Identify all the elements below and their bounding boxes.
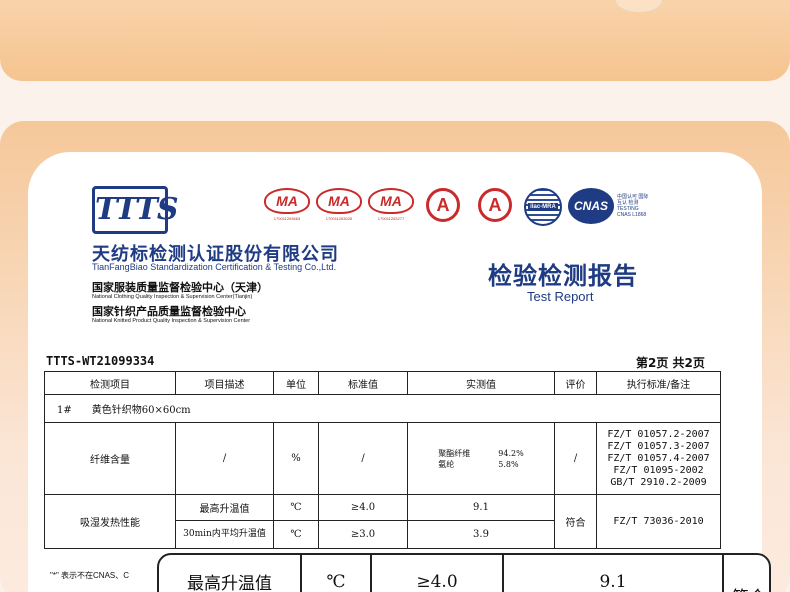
zoom-eval: 符合 bbox=[723, 555, 769, 592]
cnas-badge-icon: CNAS bbox=[568, 188, 614, 224]
fiber-values: 94.2% 5.8% bbox=[498, 448, 523, 470]
sample-row: 1# 黄色针织物60×60cm bbox=[44, 394, 721, 423]
footnote: "*" 表示不在CNAS、C bbox=[50, 571, 130, 580]
eval-fiber: / bbox=[554, 422, 597, 495]
report-number: TTTS-WT21099334 bbox=[46, 354, 155, 368]
col-header: 执行标准/备注 bbox=[596, 371, 721, 395]
measured-heat: 9.1 bbox=[407, 494, 555, 521]
unit-heat: ℃ bbox=[273, 520, 319, 549]
zoom-standard: ≥4.0 bbox=[371, 555, 504, 592]
eval-heat: 符合 bbox=[554, 494, 597, 549]
col-header: 单位 bbox=[273, 371, 319, 395]
fiber-name: 聚酯纤维 bbox=[438, 448, 471, 458]
cnas-side-text: 中国认可 国际互认 检测 TESTING CNAS L1868 bbox=[617, 194, 649, 218]
ma-badge-icon: MA bbox=[264, 188, 310, 214]
standard-heat: ≥4.0 bbox=[318, 494, 408, 521]
item-fiber: 纤维含量 bbox=[44, 422, 176, 495]
cal-mark-2: A bbox=[472, 188, 518, 222]
col-header: 检测项目 bbox=[44, 371, 176, 395]
ma-number: 170011263026 bbox=[325, 216, 353, 221]
top-banner bbox=[0, 0, 790, 81]
zoom-magnifier: 最高升温值 ℃ ≥4.0 9.1 符合 bbox=[157, 553, 771, 592]
ttts-logo: TTTS bbox=[92, 186, 179, 234]
standard-ref: FZ/T 01057.4-2007 bbox=[607, 452, 710, 464]
col-header: 实测值 bbox=[407, 371, 555, 395]
col-header: 标准值 bbox=[318, 371, 408, 395]
ma-mark-1: MA 170011263663 bbox=[264, 188, 310, 221]
measured-heat: 3.9 bbox=[407, 520, 555, 549]
report-title: 检验检测报告 bbox=[488, 262, 638, 290]
desc-fiber: / bbox=[175, 422, 274, 495]
center2-name-en: National Knitted Product Quality Inspect… bbox=[92, 318, 251, 324]
zoom-value: 9.1 bbox=[503, 555, 724, 592]
center1-name-en: National Clothing Quality Inspection & S… bbox=[92, 294, 253, 300]
fiber-value: 94.2% bbox=[498, 448, 524, 458]
standard-ref: FZ/T 01057.2-2007 bbox=[607, 428, 710, 440]
cnas-mark: CNAS 中国认可 国际互认 检测 TESTING CNAS L1868 bbox=[568, 188, 651, 224]
item-heat: 吸湿发热性能 bbox=[44, 494, 176, 549]
center2-name-cn: 国家针织产品质量监督检验中心 bbox=[92, 305, 246, 318]
ma-mark-3: MA 170011263277 bbox=[368, 188, 414, 221]
ma-mark-2: MA 170011263026 bbox=[316, 188, 362, 221]
ilac-label: ilac-MRA bbox=[528, 203, 558, 211]
zoom-desc: 最高升温值 bbox=[159, 555, 302, 592]
desc-heat: 30min内平均升温值 bbox=[175, 520, 274, 549]
accreditation-marks: MA 170011263663 MA 170011263026 MA 17001… bbox=[264, 188, 651, 234]
fiber-name: 氨纶 bbox=[438, 459, 455, 469]
ma-badge-icon: MA bbox=[316, 188, 362, 214]
unit-fiber: % bbox=[273, 422, 319, 495]
fiber-names: 聚酯纤维 氨纶 bbox=[438, 448, 470, 470]
fiber-value: 5.8% bbox=[498, 459, 519, 469]
fiber-row: 纤维含量 / % / 聚酯纤维 氨纶 94.2% 5.8% / FZ/T 010… bbox=[44, 422, 721, 495]
company-name-en: TianFangBiao Standardization Certificati… bbox=[92, 262, 337, 272]
standard-ref: FZ/T 01057.3-2007 bbox=[607, 440, 710, 452]
standard-ref: GB/T 2910.2-2009 bbox=[610, 476, 707, 488]
results-table: 检测项目 项目描述 单位 标准值 实测值 评价 执行标准/备注 1# 黄色针织物… bbox=[44, 371, 721, 549]
zoom-unit: ℃ bbox=[301, 555, 372, 592]
measured-fiber: 聚酯纤维 氨纶 94.2% 5.8% bbox=[407, 422, 555, 495]
sample-label: 1# 黄色针织物60×60cm bbox=[44, 394, 721, 423]
report-title-en: Test Report bbox=[527, 289, 594, 304]
desc-heat: 最高升温值 bbox=[175, 494, 274, 521]
ilac-mra-icon: ilac-MRA bbox=[524, 188, 562, 226]
table-header-row: 检测项目 项目描述 单位 标准值 实测值 评价 执行标准/备注 bbox=[44, 371, 721, 395]
cal-badge-icon: A bbox=[478, 188, 512, 222]
ref-heat: FZ/T 73036-2010 bbox=[596, 494, 721, 549]
report-document: TTTS 天纺标检测认证股份有限公司 TianFangBiao Standard… bbox=[28, 152, 762, 592]
page-number: 第2页 共2页 bbox=[636, 356, 705, 370]
cal-badge-icon: A bbox=[426, 188, 460, 222]
heat-row-1: 吸湿发热性能 最高升温值 ℃ ≥4.0 9.1 符合 FZ/T 73036-20… bbox=[44, 494, 721, 549]
unit-heat: ℃ bbox=[273, 494, 319, 521]
ma-number: 170011263663 bbox=[273, 216, 301, 221]
ma-number: 170011263277 bbox=[377, 216, 405, 221]
cal-mark-1: A bbox=[420, 188, 466, 222]
standard-heat: ≥3.0 bbox=[318, 520, 408, 549]
ma-badge-icon: MA bbox=[368, 188, 414, 214]
decorative-circle bbox=[616, 0, 662, 12]
col-header: 项目描述 bbox=[175, 371, 274, 395]
standard-ref: FZ/T 01095-2002 bbox=[613, 464, 704, 476]
refs-fiber: FZ/T 01057.2-2007 FZ/T 01057.3-2007 FZ/T… bbox=[596, 422, 721, 495]
zoom-row: 最高升温值 ℃ ≥4.0 9.1 符合 bbox=[159, 555, 769, 592]
standard-fiber: / bbox=[318, 422, 408, 495]
col-header: 评价 bbox=[554, 371, 597, 395]
center1-name-cn: 国家服装质量监督检验中心（天津） bbox=[92, 281, 268, 294]
